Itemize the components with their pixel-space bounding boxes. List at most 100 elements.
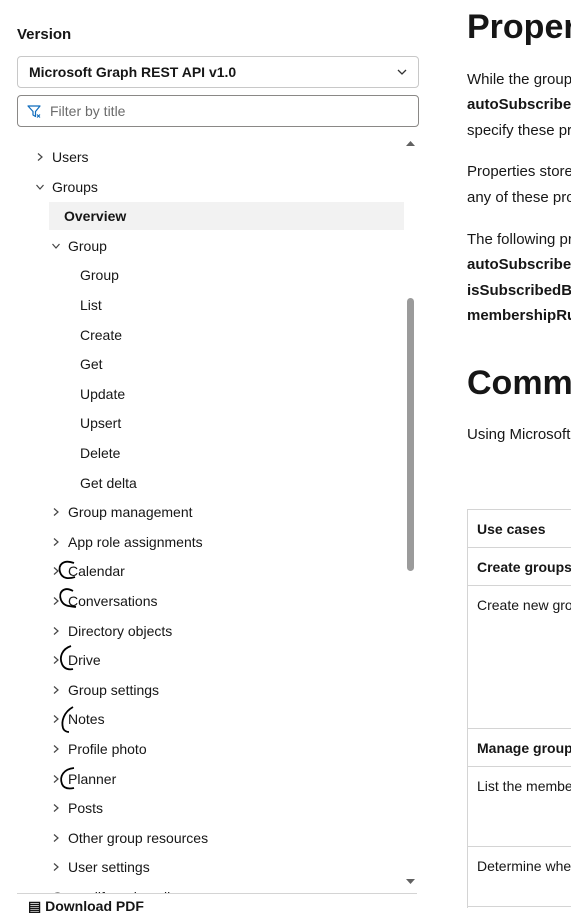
scroll-down-arrow-icon[interactable] bbox=[406, 878, 415, 885]
chevron-right-icon[interactable] bbox=[50, 833, 62, 843]
toc-item-label: List bbox=[80, 297, 102, 313]
toc-item-group[interactable]: Group bbox=[50, 232, 107, 260]
chevron-right-icon[interactable] bbox=[50, 655, 62, 665]
para3-line1: The following properties bbox=[467, 231, 571, 248]
section-heading: Common use cases bbox=[467, 364, 571, 402]
scroll-thumb[interactable] bbox=[407, 298, 414, 571]
toc-item-calendar[interactable]: Calendar bbox=[50, 557, 125, 585]
version-select[interactable]: Microsoft Graph REST API v1.0 bbox=[17, 56, 419, 88]
toc-item-get[interactable]: Get bbox=[80, 350, 103, 378]
filter-icon bbox=[27, 105, 41, 118]
toc-item-groups[interactable]: Groups bbox=[34, 173, 98, 201]
chevron-down-icon bbox=[397, 69, 407, 75]
para3-line3: isSubscribedByMail bbox=[467, 282, 571, 299]
table-header-cell: Use cases bbox=[477, 521, 546, 537]
chevron-right-icon[interactable] bbox=[50, 714, 62, 724]
chevron-right-icon[interactable] bbox=[50, 744, 62, 754]
para1-line1: While the group bbox=[467, 71, 571, 88]
page-heading: Properties bbox=[467, 8, 571, 46]
chevron-right-icon[interactable] bbox=[50, 507, 62, 517]
toc-item-label: Group management bbox=[68, 504, 193, 521]
table-border bbox=[468, 766, 571, 767]
toc-item-label: Group bbox=[68, 237, 107, 254]
toc-item-update[interactable]: Update bbox=[80, 380, 125, 408]
para3-line2: autoSubscribeNewMembers bbox=[467, 256, 571, 273]
toc-item-planner[interactable]: Planner bbox=[50, 765, 116, 793]
toc-item-other-group-resources[interactable]: Other group resources bbox=[50, 824, 208, 852]
toc-item-users[interactable]: Users bbox=[34, 143, 89, 171]
toc-item-label: Conversations bbox=[68, 593, 158, 609]
scroll-up-arrow-icon[interactable] bbox=[406, 140, 415, 147]
chevron-right-icon[interactable] bbox=[50, 774, 62, 784]
chevron-right-icon[interactable] bbox=[50, 566, 62, 576]
chevron-right-icon[interactable] bbox=[50, 626, 62, 636]
toc-item-label: Notes bbox=[68, 711, 105, 728]
toc-item-app-role-assignments[interactable]: App role assignments bbox=[50, 528, 203, 556]
chevron-right-icon[interactable] bbox=[34, 152, 46, 162]
toc-item-label: User settings bbox=[68, 859, 150, 876]
toc-item-label: Users bbox=[52, 149, 89, 165]
table-border bbox=[468, 547, 571, 548]
toc-item-group-lifecycle-policy[interactable]: Group lifecycle policy bbox=[34, 883, 184, 893]
toc-item-label: Calendar bbox=[68, 563, 125, 580]
table-row: Create new groups bbox=[477, 597, 571, 613]
table-border bbox=[468, 728, 571, 729]
toc-item-label: Update bbox=[80, 385, 126, 402]
para2-line2: any of these properties bbox=[467, 189, 571, 206]
toc-item-overview[interactable]: Overview bbox=[49, 202, 404, 231]
toc-item-group-management[interactable]: Group management bbox=[50, 498, 193, 526]
main-content: Properties While the group autoSubscribe… bbox=[467, 0, 571, 908]
toc-item-list[interactable]: List bbox=[80, 291, 102, 319]
toc-item-profile-photo[interactable]: Profile photo bbox=[50, 735, 147, 763]
toc-item-label: Create bbox=[80, 326, 123, 343]
toc-item-label: Groups bbox=[52, 178, 98, 195]
table-row-group-heading: Manage groups bbox=[477, 740, 571, 756]
table-border bbox=[468, 906, 571, 907]
para3-line4: membershipRule bbox=[467, 307, 571, 324]
chevron-right-icon[interactable] bbox=[50, 685, 62, 695]
toc-item-group-settings[interactable]: Group settings bbox=[50, 676, 159, 704]
toc-item-directory-objects[interactable]: Directory objects bbox=[50, 617, 172, 645]
toc-item-label: Group bbox=[80, 267, 119, 284]
filter-input[interactable] bbox=[48, 99, 408, 123]
table-border bbox=[468, 846, 571, 847]
chevron-down-icon[interactable] bbox=[34, 182, 46, 192]
toc-item-label: Delete bbox=[80, 445, 121, 461]
toc-item-label: Planner bbox=[68, 770, 117, 787]
table-of-contents: Users Groups Overview Group Group List Create G… bbox=[17, 138, 412, 893]
download-pdf-label: Download PDF bbox=[45, 898, 144, 914]
table-row: Determine whether bbox=[477, 858, 571, 874]
toc-item-conversations[interactable]: Conversations bbox=[50, 587, 158, 615]
para4: Using Microsoft Graph bbox=[467, 426, 571, 443]
chevron-right-icon[interactable] bbox=[50, 862, 62, 872]
sidebar: Version Microsoft Graph REST API v1.0 Us… bbox=[0, 0, 430, 914]
chevron-down-icon[interactable] bbox=[50, 241, 62, 251]
toc-item-posts[interactable]: Posts bbox=[50, 794, 103, 822]
toc-item-label: Directory objects bbox=[68, 622, 173, 639]
use-cases-table: Use cases Create groups, Create new grou… bbox=[467, 509, 571, 908]
table-row: List the members bbox=[477, 778, 571, 794]
chevron-right-icon[interactable] bbox=[50, 803, 62, 813]
pdf-icon: ▤ bbox=[28, 898, 46, 914]
toc-item-label: Drive bbox=[68, 652, 101, 669]
toc-item-notes[interactable]: Notes bbox=[50, 705, 105, 733]
sidebar-divider bbox=[17, 893, 417, 894]
para2-line1: Properties stored bbox=[467, 163, 571, 180]
table-border bbox=[468, 509, 571, 510]
toc-item-delete[interactable]: Delete bbox=[80, 439, 120, 467]
toc-item-label: Get bbox=[80, 356, 103, 373]
toc-item-label: Get delta bbox=[80, 474, 137, 491]
para1-line3: specify these properties bbox=[467, 122, 571, 139]
download-pdf-link[interactable]: ▤ Download PDF bbox=[28, 898, 144, 915]
chevron-right-icon[interactable] bbox=[50, 596, 62, 606]
toc-item-create[interactable]: Create bbox=[80, 321, 122, 349]
chevron-right-icon[interactable] bbox=[50, 537, 62, 547]
filter-box[interactable] bbox=[17, 95, 419, 127]
toc-item-drive[interactable]: Drive bbox=[50, 646, 101, 674]
toc-item-label: Upsert bbox=[80, 415, 122, 432]
toc-item-group[interactable]: Group bbox=[80, 261, 119, 289]
toc-item-upsert[interactable]: Upsert bbox=[80, 409, 121, 437]
toc-item-label: Other group resources bbox=[68, 829, 209, 846]
toc-item-get-delta[interactable]: Get delta bbox=[80, 469, 137, 497]
toc-item-user-settings[interactable]: User settings bbox=[50, 853, 150, 881]
